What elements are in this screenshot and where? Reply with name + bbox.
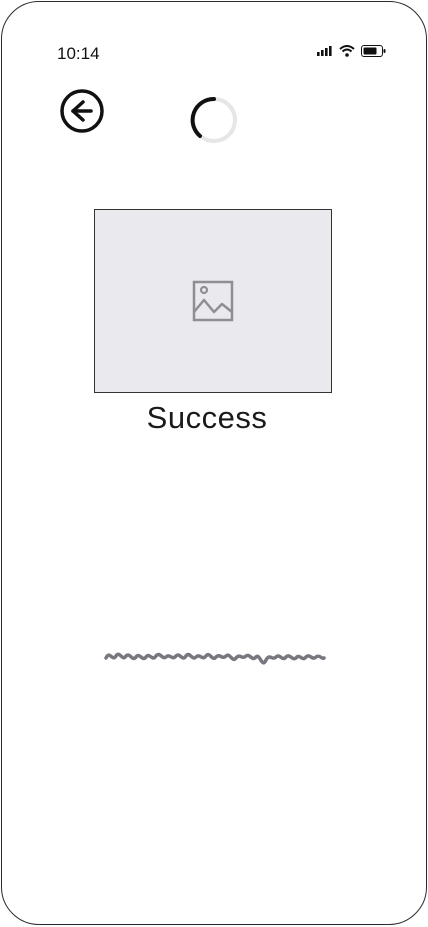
wifi-icon bbox=[339, 45, 355, 57]
image-icon bbox=[192, 280, 234, 322]
page-title: Success bbox=[146, 400, 268, 435]
status-icons bbox=[317, 45, 386, 57]
battery-icon bbox=[361, 45, 386, 57]
status-bar: 10:14 bbox=[2, 42, 426, 66]
loading-spinner bbox=[190, 96, 240, 146]
back-button[interactable] bbox=[59, 88, 107, 136]
spinner-icon bbox=[190, 96, 237, 143]
status-time: 10:14 bbox=[57, 44, 100, 63]
image-placeholder bbox=[94, 209, 332, 393]
arrow-left-circle-icon bbox=[60, 89, 104, 133]
phone-frame: 10:14 Success bbox=[1, 1, 427, 925]
signal-icon bbox=[317, 46, 332, 56]
scribble-text-placeholder bbox=[104, 652, 326, 665]
